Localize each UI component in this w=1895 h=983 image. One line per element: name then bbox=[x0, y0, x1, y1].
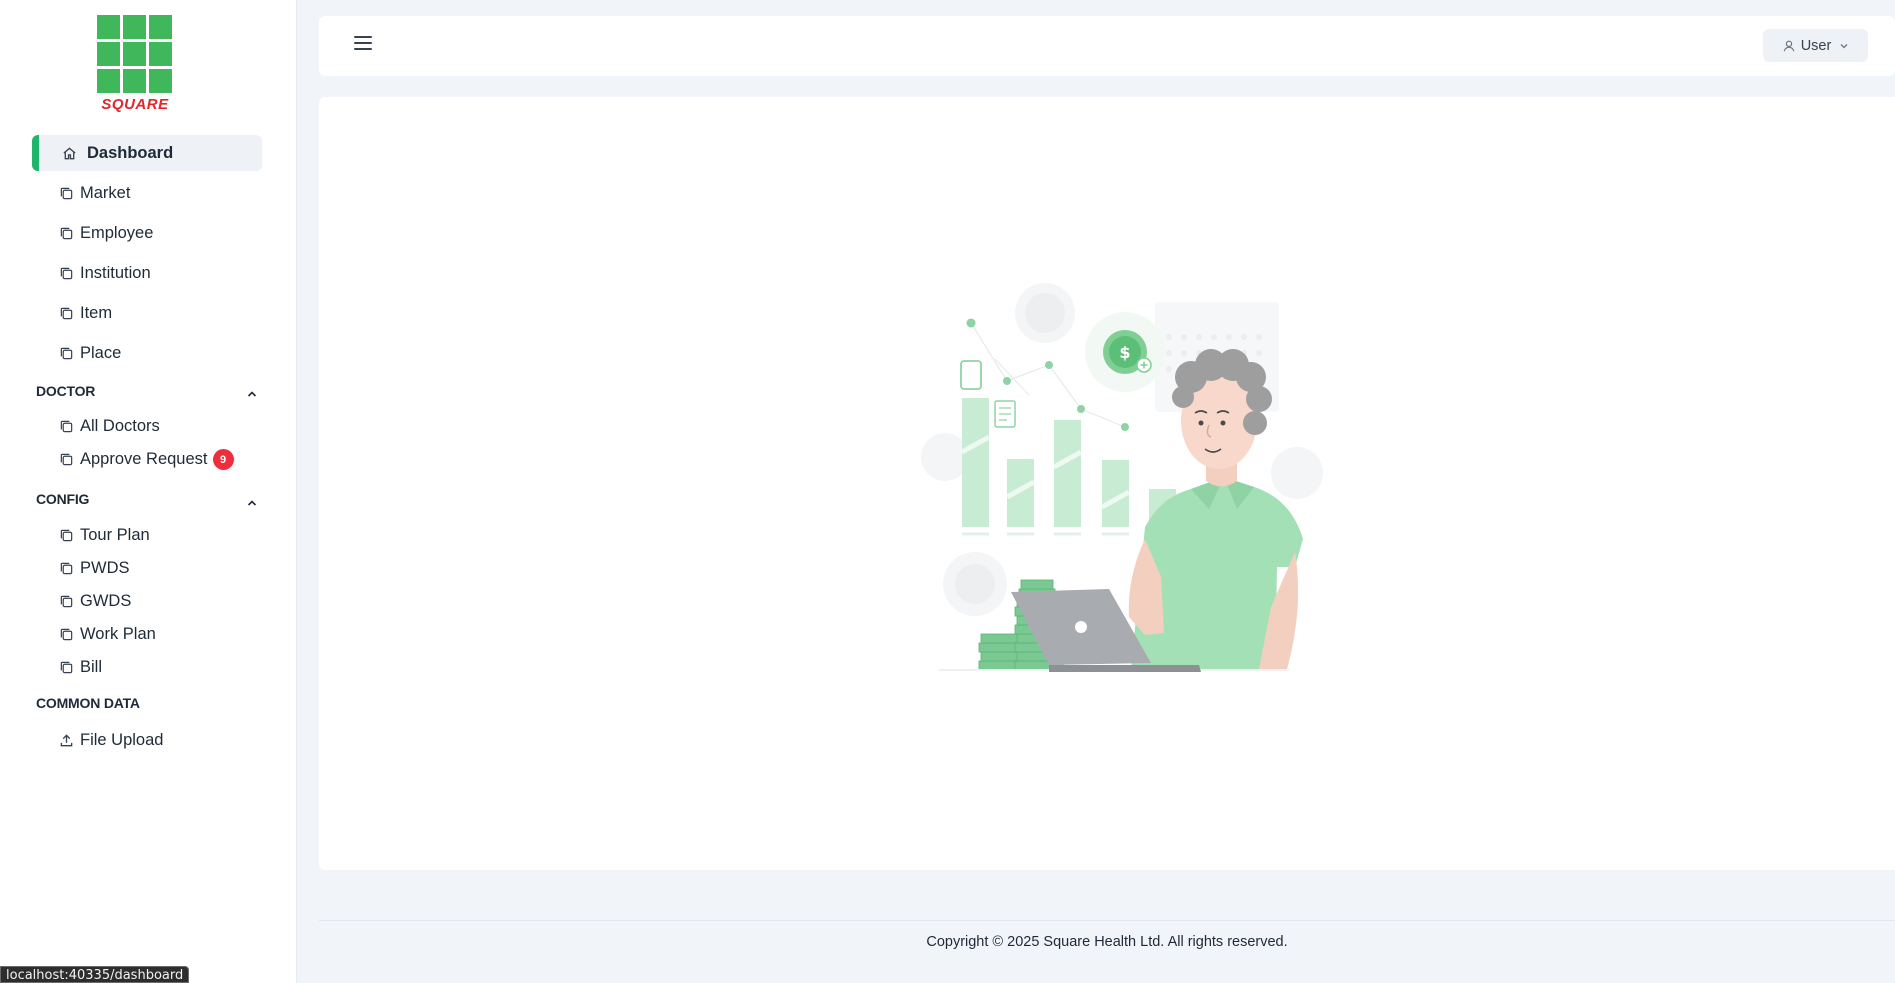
sidebar-item-label: File Upload bbox=[80, 731, 164, 749]
sidebar-item-label: Institution bbox=[80, 264, 151, 282]
copy-icon bbox=[59, 266, 74, 281]
sidebar-item-label: Approve Request bbox=[80, 450, 208, 468]
sidebar-item-place[interactable]: Place bbox=[59, 344, 121, 363]
sidebar-item-all-doctors[interactable]: All Doctors bbox=[59, 417, 160, 436]
sidebar-item-label: Work Plan bbox=[80, 625, 156, 643]
upload-icon bbox=[59, 733, 74, 748]
copy-icon bbox=[59, 306, 74, 321]
square-logo[interactable]: SQUARE bbox=[97, 15, 173, 113]
sidebar-item-label: Bill bbox=[80, 658, 103, 676]
svg-text:$: $ bbox=[1119, 343, 1130, 362]
sidebar-item-bill[interactable]: Bill bbox=[59, 658, 102, 677]
sidebar-item-pwds[interactable]: PWDS bbox=[59, 559, 130, 578]
copy-icon bbox=[59, 452, 74, 467]
home-icon bbox=[63, 146, 76, 159]
copy-icon bbox=[59, 594, 74, 609]
section-title-doctor[interactable]: DOCTOR bbox=[36, 383, 95, 399]
sidebar-item-dashboard[interactable]: Dashboard bbox=[62, 135, 173, 171]
logo-grid-icon bbox=[97, 15, 173, 93]
browser-status-url: localhost:40335/dashboard bbox=[0, 966, 190, 983]
chevron-down-icon bbox=[1840, 43, 1848, 48]
copy-icon bbox=[59, 419, 74, 434]
user-menu-button[interactable]: User bbox=[1763, 29, 1868, 62]
copy-icon bbox=[59, 186, 74, 201]
copy-icon bbox=[59, 660, 74, 675]
sidebar-item-label: GWDS bbox=[80, 592, 132, 610]
sidebar-item-market[interactable]: Market bbox=[59, 184, 130, 203]
user-icon bbox=[1783, 40, 1795, 51]
copy-icon bbox=[59, 627, 74, 642]
sidebar: SQUARE Dashboard Market Employee Institu… bbox=[0, 0, 297, 983]
section-title-config[interactable]: CONFIG bbox=[36, 491, 89, 507]
sidebar-item-label: Tour Plan bbox=[80, 526, 150, 544]
hamburger-menu-icon[interactable] bbox=[354, 36, 374, 54]
dashboard-content: $ bbox=[319, 97, 1895, 870]
sidebar-item-label: PWDS bbox=[80, 559, 130, 577]
sidebar-item-institution[interactable]: Institution bbox=[59, 264, 151, 283]
sidebar-item-item[interactable]: Item bbox=[59, 304, 112, 323]
sidebar-item-employee[interactable]: Employee bbox=[59, 224, 153, 243]
copy-icon bbox=[59, 346, 74, 361]
sidebar-item-label: Item bbox=[80, 304, 113, 322]
sidebar-item-label: Place bbox=[80, 344, 122, 362]
sidebar-item-label: Market bbox=[80, 184, 131, 202]
top-header: User bbox=[319, 16, 1895, 76]
sidebar-item-tour-plan[interactable]: Tour Plan bbox=[59, 526, 150, 545]
notification-badge: 9 bbox=[212, 449, 234, 470]
copy-icon bbox=[59, 226, 74, 241]
section-title-common-data: COMMON DATA bbox=[36, 695, 140, 711]
sidebar-item-label: Employee bbox=[80, 224, 154, 242]
sidebar-item-label: All Doctors bbox=[80, 417, 160, 435]
sidebar-item-approve-request[interactable]: Approve Request 9 bbox=[59, 449, 234, 470]
copy-icon bbox=[59, 561, 74, 576]
dashboard-illustration: $ bbox=[921, 283, 1323, 672]
user-menu-label: User bbox=[1800, 37, 1832, 54]
sidebar-item-gwds[interactable]: GWDS bbox=[59, 592, 131, 611]
footer-divider bbox=[319, 920, 1895, 921]
sidebar-item-work-plan[interactable]: Work Plan bbox=[59, 625, 156, 644]
copy-icon bbox=[59, 528, 74, 543]
chevron-up-icon[interactable] bbox=[246, 388, 258, 400]
chevron-up-icon[interactable] bbox=[246, 497, 258, 509]
footer-copyright: Copyright © 2025 Square Health Ltd. All … bbox=[926, 934, 1288, 950]
logo-text: SQUARE bbox=[101, 96, 169, 113]
sidebar-item-file-upload[interactable]: File Upload bbox=[59, 731, 163, 750]
sidebar-item-label: Dashboard bbox=[87, 143, 174, 162]
